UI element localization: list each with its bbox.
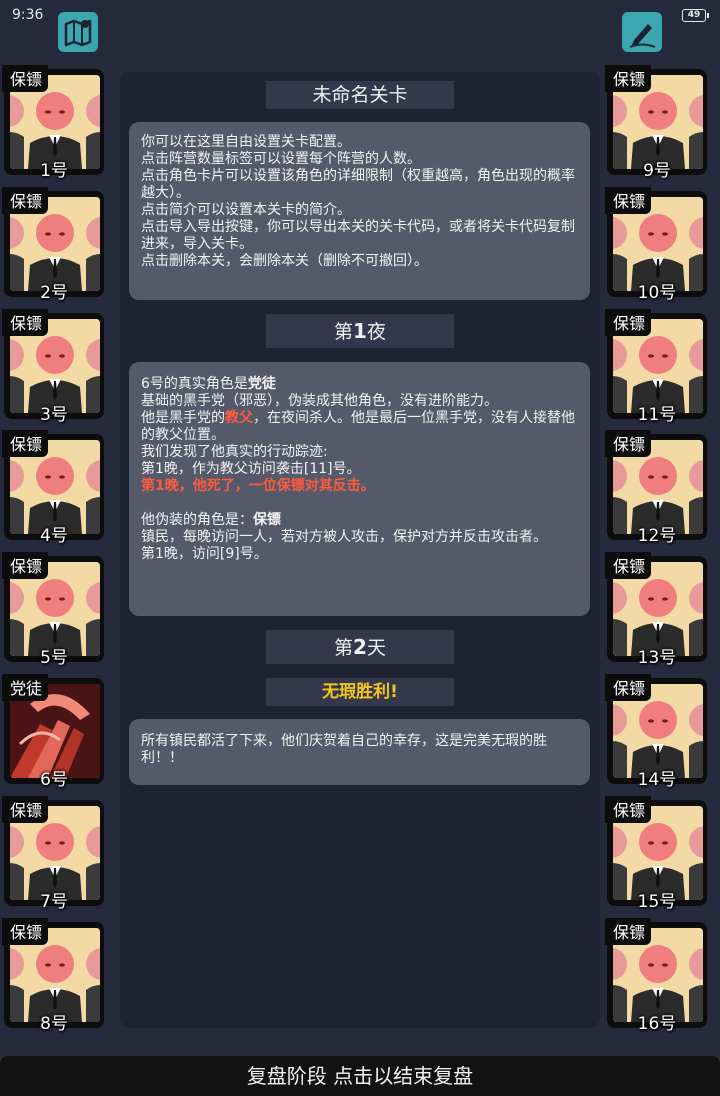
player-number: 3号 [40,404,68,425]
clock: 9:36 [12,7,44,23]
player-number: 12号 [637,526,677,547]
godfather-role: 教父 [225,410,253,426]
role-label: 保镖 [2,917,49,945]
player-card[interactable]: 保镖 12号 [605,430,707,546]
player-number: 14号 [637,770,677,790]
result-text: 所有镇民都活了下来，他们庆贺着自己的幸存，这是完美无瑕的胜利！！ [141,733,547,766]
player-number: 10号 [637,282,677,303]
day-2-header: 第2天 [266,630,454,664]
night-number: 1 [353,319,367,343]
death-line: 第1晚，他死了，一位保镖对其反击。 [141,478,375,494]
role-label: 保镖 [2,552,49,580]
end-review-label: 复盘阶段 点击以结束复盘 [246,1064,474,1088]
player-number: 9号 [643,161,671,181]
role-label: 保镖 [2,795,49,823]
player-number: 16号 [637,1013,677,1034]
result-box: 所有镇民都活了下来，他们庆贺着自己的幸存，这是完美无瑕的胜利！！ [129,719,590,785]
end-review-button[interactable]: 复盘阶段 点击以结束复盘 [0,1056,720,1096]
true-role: 党徒 [247,376,276,392]
day-number: 2 [353,635,367,659]
role-label: 保镖 [605,674,652,701]
log-line: 我们发现了他真实的行动踪迹: [141,444,328,460]
day-prefix: 第 [334,637,354,659]
player-card[interactable]: 保镖 9号 [605,65,707,181]
intro-line: 点击简介可以设置本关卡的简介。 [141,202,351,218]
role-label: 保镖 [2,186,49,214]
log-line: 他是黑手党的教父，在夜间杀人。他是最后一位黑手党，没有人接替他的教父位置。 [141,410,575,443]
player-card[interactable]: 保镖 13号 [605,552,707,668]
player-number: 1号 [40,161,68,181]
role-label: 保镖 [2,308,49,336]
day-suffix: 天 [366,637,386,659]
log-line: 第1晚，作为教父访问袭击[11]号。 [141,461,361,477]
log-line: 第1晚，访问[9]号。 [141,546,268,562]
battery-icon: 49 [682,9,709,22]
player-number: 7号 [40,891,68,912]
player-card[interactable]: 保镖 14号 [605,674,707,790]
player-card[interactable]: 保镖 1号 [2,65,104,181]
status-bar: 9:36 49 [0,0,720,30]
player-card[interactable]: 保镖 5号 [2,552,104,668]
player-card[interactable]: 保镖 3号 [2,308,104,425]
night-1-log: 6号的真实角色是党徒 基础的黑手党（邪恶），伪装成其他角色，没有进阶能力。 他是… [129,362,590,616]
log-line: 镇民，每晚访问一人，若对方被人攻击，保护对方并反击攻击者。 [141,529,547,545]
player-card[interactable]: 保镖 16号 [605,917,707,1034]
role-label: 保镖 [605,186,652,214]
player-number: 4号 [40,526,68,547]
player-card[interactable]: 保镖 7号 [2,795,104,912]
night-suffix: 夜 [366,321,386,343]
disguise-role: 保镖 [253,512,281,528]
night-1-header: 第1夜 [266,314,454,348]
role-label: 保镖 [2,430,49,458]
intro-line: 点击导入导出按键，你可以导出本关的关卡代码，或者将关卡代码复制进来，导入关卡。 [141,219,575,252]
log-line: 基础的黑手党（邪恶），伪装成其他角色，没有进阶能力。 [141,393,498,409]
role-label: 党徒 [2,674,49,701]
role-label: 保镖 [605,795,652,823]
log-line: 他伪装的角色是：保镖 [141,512,281,528]
player-number: 13号 [637,648,677,669]
intro-box: 你可以在这里自由设置关卡配置。 点击阵营数量标签可以设置每个阵营的人数。 点击角… [129,122,590,300]
player-card[interactable]: 保镖 15号 [605,795,707,912]
player-number: 6号 [40,770,68,790]
player-number: 5号 [40,648,68,669]
intro-line: 点击阵营数量标签可以设置每个阵营的人数。 [141,151,421,167]
player-card[interactable]: 党徒 6号 [2,674,104,790]
player-card[interactable]: 保镖 4号 [2,430,104,546]
role-label: 保镖 [605,430,652,458]
role-label: 保镖 [2,65,49,92]
role-label: 保镖 [605,308,652,336]
player-card[interactable]: 保镖 8号 [2,917,104,1034]
level-title[interactable]: 未命名关卡 [266,81,454,109]
role-label: 保镖 [605,552,652,580]
player-number: 15号 [637,891,677,912]
role-label: 保镖 [605,917,652,945]
player-card[interactable]: 保镖 10号 [605,186,707,303]
player-number: 2号 [40,282,68,303]
edit-icon[interactable] [622,12,662,52]
night-prefix: 第 [334,321,354,343]
player-card[interactable]: 保镖 2号 [2,186,104,303]
intro-line: 点击删除本关，会删除本关（删除不可撤回）。 [141,253,428,269]
role-label: 保镖 [605,65,652,92]
log-line: 6号的真实角色是党徒 [141,376,276,392]
player-number: 11号 [637,404,677,425]
intro-line: 点击角色卡片可以设置该角色的详细限制（权重越高，角色出现的概率越大）。 [141,168,575,201]
player-number: 8号 [40,1013,68,1034]
player-card[interactable]: 保镖 11号 [605,308,707,425]
map-icon[interactable] [58,12,98,52]
result-banner: 无瑕胜利! [266,678,454,706]
intro-line: 你可以在这里自由设置关卡配置。 [141,134,351,150]
